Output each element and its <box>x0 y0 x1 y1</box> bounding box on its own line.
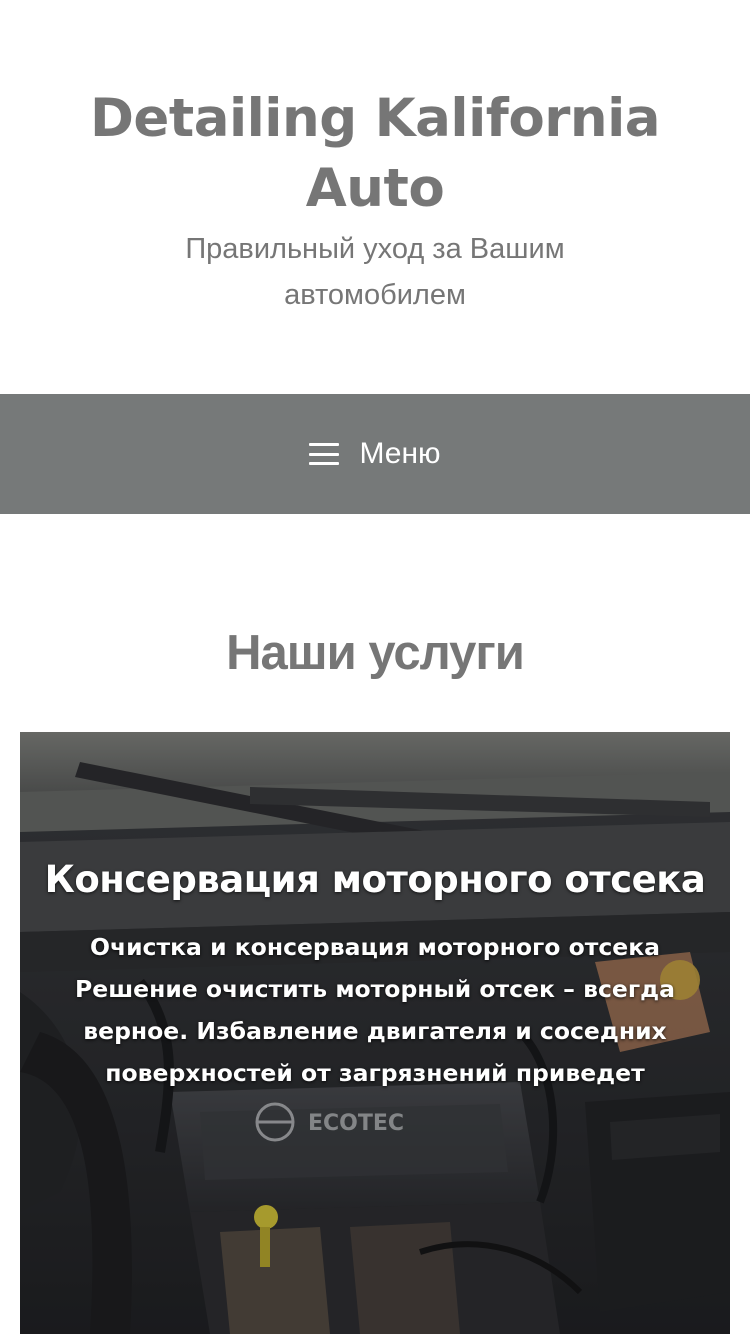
site-header: Detailing Kalifornia Auto Правильный ухо… <box>0 0 750 394</box>
service-card-excerpt: Очистка и консервация моторного отсека Р… <box>75 933 675 1087</box>
site-tagline: Правильный уход за Вашим автомобилем <box>185 233 565 311</box>
services-heading: Наши услуги <box>226 626 525 680</box>
menu-bar[interactable]: Меню <box>0 394 750 514</box>
menu-label: Меню <box>359 437 441 470</box>
menu-toggle-button[interactable]: Меню <box>309 437 441 470</box>
site-title[interactable]: Detailing Kalifornia Auto <box>60 84 690 224</box>
hamburger-icon <box>309 443 340 465</box>
service-card-title[interactable]: Консервация моторного отсека <box>0 850 750 910</box>
